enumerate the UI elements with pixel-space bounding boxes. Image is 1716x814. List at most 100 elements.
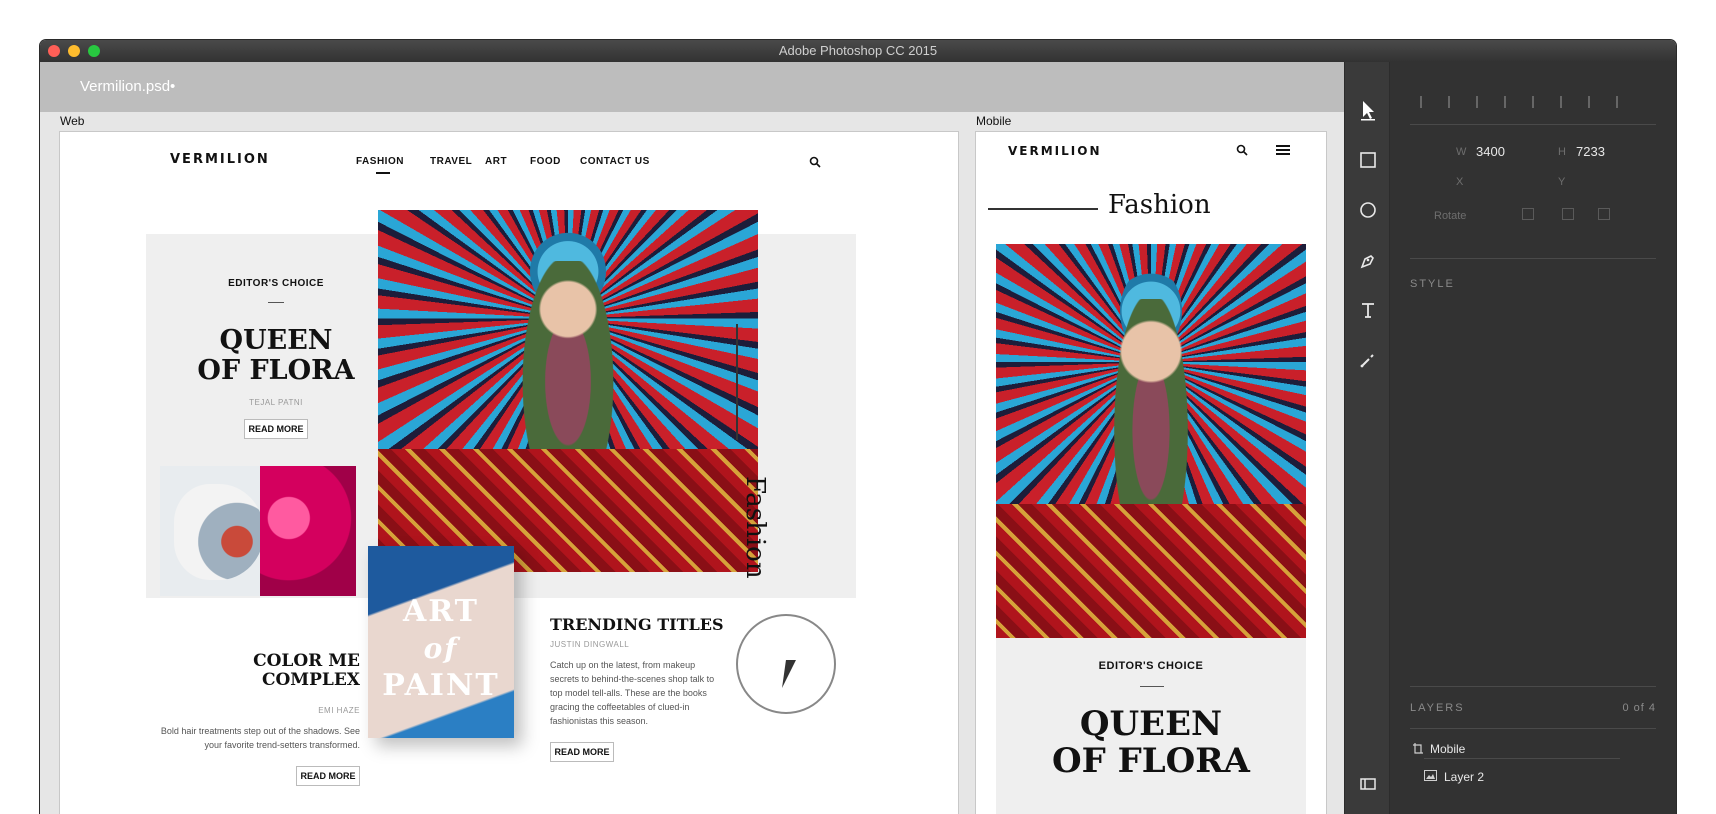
feature-read-more-button[interactable]: READ MORE [244,419,308,439]
mobile-title-line2: OF FLORA [1052,741,1250,782]
artboard-mobile[interactable]: VERMILION Fashion EDITOR'S CHOICE QUEEN … [976,132,1326,814]
select-arrow-icon[interactable] [1356,98,1380,122]
editors-choice-divider [268,302,284,303]
maximize-window-button[interactable] [88,45,100,57]
layer-name: Layer 2 [1444,770,1485,784]
color-title: COLOR ME COMPLEX [220,652,360,689]
feature-title: QUEEN OF FLORA [176,326,376,385]
document-tab[interactable]: Vermilion.psd• [80,78,175,95]
flip-vertical-icon[interactable] [1562,208,1574,220]
art-line-2: of [423,632,459,665]
mobile-section-title: Fashion [1108,190,1211,220]
style-section-title: STYLE [1410,278,1455,290]
panel-divider-2 [1410,258,1656,259]
section-vertical-title: Fashion [740,476,770,579]
editors-choice-label: EDITOR'S CHOICE [228,278,324,289]
panel-divider-1 [1410,124,1656,125]
hamburger-menu-icon[interactable] [1276,144,1290,156]
color-description: Bold hair treatments step out of the sha… [160,726,360,750]
photoshop-window: Adobe Photoshop CC 2015 Vermilion.psd• W… [40,40,1676,814]
align-bottom-icon[interactable] [1616,96,1630,108]
color-author: EMI HAZE [318,706,360,715]
panel-divider-4 [1410,728,1656,729]
mobile-title-line1: QUEEN [1079,704,1223,744]
close-window-button[interactable] [48,45,60,57]
section-vertical-line [736,324,738,440]
rectangle-icon[interactable] [1356,148,1380,172]
rotate-label: Rotate [1434,210,1467,222]
align-left-icon[interactable] [1476,96,1490,108]
art-of-paint-book-cover[interactable]: ART of PAINT [368,546,514,738]
nav-item-contact[interactable]: CONTACT US [580,156,650,167]
color-me-complex-image[interactable] [160,466,356,596]
web-logo: VERMILION [170,152,270,167]
image-icon [1424,770,1437,781]
feature-title-line2: OF FLORA [197,354,355,386]
color-title-line1: COLOR ME [253,651,360,671]
align-left-edges-icon[interactable] [1420,96,1434,108]
canvas-area[interactable]: Web Mobile VERMILION FASHION TRAVEL ART … [40,112,1344,814]
mobile-logo: VERMILION [1008,144,1102,158]
mobile-search-icon[interactable] [1236,144,1248,156]
art-line-1: ART [402,594,479,629]
align-middle-icon[interactable] [1588,96,1602,108]
trending-description: Catch up on the latest, from makeup secr… [550,660,715,726]
flip-horizontal-icon[interactable] [1522,208,1534,220]
color-title-line2: COMPLEX [261,669,360,690]
trending-title: TRENDING TITLES [550,615,724,634]
ellipse-icon[interactable] [1356,198,1380,222]
mouse-cursor-icon [782,660,806,688]
nav-item-art[interactable]: ART [485,156,507,167]
eyedropper-icon[interactable] [1356,348,1380,372]
mobile-section-line [988,208,1098,210]
artboard-label-mobile[interactable]: Mobile [976,114,1011,128]
document-title: Vermilion.psd [80,78,171,95]
tool-strip [1344,62,1390,814]
artboard-web[interactable]: VERMILION FASHION TRAVEL ART FOOD CONTAC… [60,132,958,814]
mobile-hero-image[interactable] [996,244,1306,638]
search-icon[interactable] [809,156,821,168]
feature-title-line1: QUEEN [219,325,333,356]
artboard-label-web[interactable]: Web [60,114,84,128]
color-read-more-button[interactable]: READ MORE [296,766,360,786]
smoke-pink-texture [260,466,356,596]
x-label: X [1456,176,1464,188]
smoke-face [174,484,264,580]
panel-divider-3 [1410,686,1656,687]
layers-section-title: LAYERS [1410,702,1465,714]
mobile-hero-carpet [996,504,1306,638]
feature-author: TEJAL PATNI [249,398,303,407]
align-center-icon[interactable] [1504,96,1518,108]
layer-name: Mobile [1430,742,1466,756]
layer-row-layer-2[interactable]: Layer 2 [1422,764,1668,790]
nav-item-food[interactable]: FOOD [530,156,561,167]
nav-active-indicator [376,172,390,174]
artboard-icon [1413,743,1423,754]
nav-item-fashion[interactable]: FASHION [356,156,404,167]
layer-divider [1424,758,1620,759]
title-bar: Adobe Photoshop CC 2015 [40,40,1676,62]
type-icon[interactable] [1356,298,1380,322]
art-line-3: PAINT [382,668,500,703]
hero-image-queen-of-flora[interactable] [378,210,758,572]
trending-read-more-button[interactable]: READ MORE [550,742,614,762]
nav-item-travel[interactable]: TRAVEL [430,156,472,167]
height-label: H [1558,146,1566,158]
trending-author: JUSTIN DINGWALL [550,640,630,649]
minimize-window-button[interactable] [68,45,80,57]
width-field[interactable]: 3400 [1476,144,1505,159]
layers-count: 0 of 4 [1622,702,1656,714]
properties-panel: W 3400 H 7233 X Y Rotate STYLE LAYERS 0 … [1390,62,1676,814]
y-label: Y [1558,176,1566,188]
height-field[interactable]: 7233 [1576,144,1605,159]
mobile-feature-title: QUEEN OF FLORA [996,704,1306,782]
panel-toggle-icon[interactable] [1356,772,1380,796]
document-modified-mark: • [170,78,176,95]
swap-icon[interactable] [1598,208,1610,220]
width-label: W [1456,146,1467,158]
align-horizontal-centers-icon[interactable] [1448,96,1462,108]
align-right-icon[interactable] [1532,96,1546,108]
align-top-icon[interactable] [1560,96,1574,108]
pen-icon[interactable] [1356,248,1380,272]
document-tab-bar: Vermilion.psd• [40,62,1344,112]
